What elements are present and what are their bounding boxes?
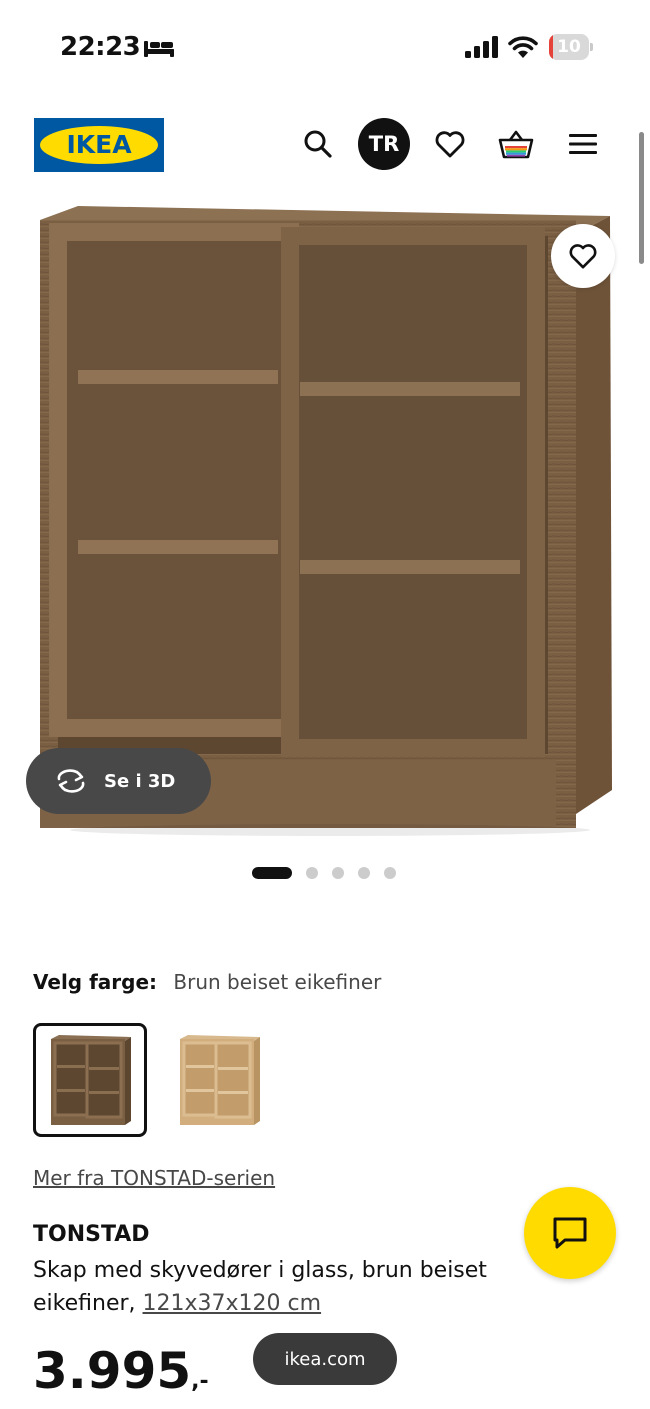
pagination-dot[interactable] <box>252 867 292 879</box>
dimensions-link[interactable]: 121x37x120 cm <box>143 1291 322 1316</box>
shopping-bag-icon <box>498 130 534 159</box>
search-button[interactable] <box>292 118 344 170</box>
product-name: TONSTAD <box>33 1222 150 1247</box>
color-heading: Velg farge: <box>33 970 158 994</box>
pagination-dot[interactable] <box>332 867 344 879</box>
battery-icon: 10 <box>549 34 593 60</box>
profile-initials: TR <box>368 132 400 156</box>
signal-icon <box>465 36 498 58</box>
status-bar: 22:23 10 <box>0 0 650 96</box>
series-link[interactable]: Mer fra TONSTAD-serien <box>33 1166 275 1190</box>
view-in-3d-label: Se i 3D <box>104 770 176 792</box>
wifi-icon <box>508 36 538 58</box>
pagination-dot[interactable] <box>384 867 396 879</box>
pagination-dot[interactable] <box>306 867 318 879</box>
search-icon <box>304 130 332 158</box>
price-suffix: ,- <box>191 1369 209 1394</box>
heart-icon <box>435 131 465 158</box>
menu-button[interactable] <box>557 118 609 170</box>
swatch-thumbnail <box>51 1035 131 1125</box>
product-description: Skap med skyvedører i glass, brun beiset… <box>33 1254 553 1320</box>
ikea-logo[interactable]: IKEA <box>34 118 164 172</box>
logo-text: IKEA <box>66 130 132 159</box>
selected-color: Brun beiset eikefiner <box>173 970 382 994</box>
color-selector-label: Velg farge: Brun beiset eikefiner <box>33 970 381 994</box>
color-swatch-white-oak[interactable] <box>162 1023 276 1137</box>
chat-button[interactable] <box>524 1187 616 1279</box>
browser-url-pill[interactable]: ikea.com <box>253 1333 397 1385</box>
image-pagination <box>252 866 410 880</box>
wishlist-button[interactable] <box>424 118 476 170</box>
swatch-thumbnail <box>180 1035 260 1125</box>
status-time: 22:23 <box>60 32 141 62</box>
chat-icon <box>553 1217 587 1249</box>
battery-level: 10 <box>557 37 581 57</box>
bed-icon <box>144 41 174 57</box>
view-in-3d-button[interactable]: Se i 3D <box>26 748 211 814</box>
pagination-dot[interactable] <box>358 867 370 879</box>
color-swatch-brown-oak[interactable] <box>33 1023 147 1137</box>
menu-icon <box>569 134 597 154</box>
url-text: ikea.com <box>284 1348 366 1370</box>
heart-icon <box>569 244 597 269</box>
profile-button[interactable]: TR <box>358 118 410 170</box>
price-main: 3.995 <box>33 1342 192 1400</box>
rotate-3d-icon <box>57 769 85 793</box>
product-price: 3.995,- <box>33 1342 209 1400</box>
add-to-favorites-button[interactable] <box>551 224 615 288</box>
cart-button[interactable] <box>490 118 542 170</box>
